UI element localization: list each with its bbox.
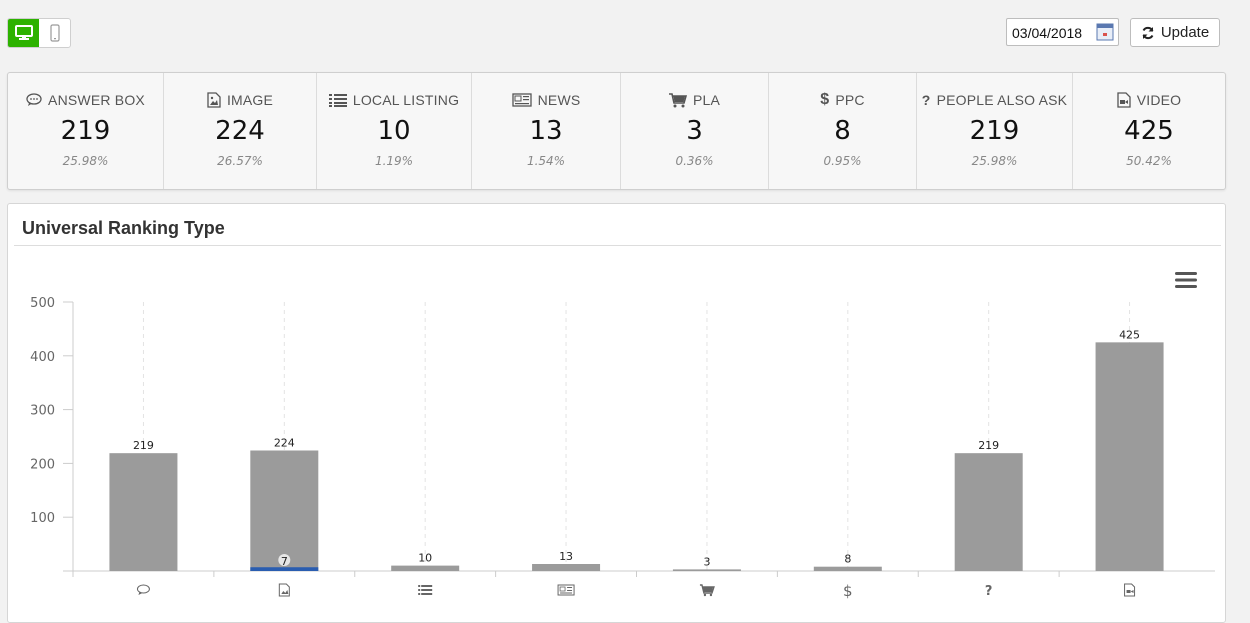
update-label: Update xyxy=(1160,24,1210,41)
video-file-icon xyxy=(1117,92,1131,108)
stat-label: LOCAL LISTING xyxy=(352,92,460,108)
stat-value: 10 xyxy=(377,116,411,146)
stat-news: NEWS 13 1.54% xyxy=(472,73,621,189)
stat-ppc: $ PPC 8 0.95% xyxy=(769,73,917,189)
stat-local-listing: LOCAL LISTING 10 1.19% xyxy=(317,73,472,189)
stat-label: PEOPLE ALSO ASK xyxy=(936,92,1068,108)
stat-pla: PLA 3 0.36% xyxy=(621,73,769,189)
stat-answer-box: ANSWER BOX 219 25.98% xyxy=(8,73,164,189)
stat-label: NEWS xyxy=(537,92,581,108)
refresh-icon xyxy=(1142,26,1154,39)
stat-image: IMAGE 224 26.57% xyxy=(164,73,317,189)
question-icon: ? xyxy=(921,92,931,108)
image-icon xyxy=(207,92,221,108)
stat-value: 8 xyxy=(834,116,851,146)
calendar-icon[interactable] xyxy=(1096,23,1114,41)
mobile-icon xyxy=(49,24,60,42)
stat-value: 3 xyxy=(686,116,703,146)
stat-label: ANSWER BOX xyxy=(48,92,145,108)
stat-label: IMAGE xyxy=(226,92,274,108)
stat-percent: 25.98% xyxy=(971,154,1018,168)
stat-people-also-ask: ? PEOPLE ALSO ASK 219 25.98% xyxy=(917,73,1073,189)
dollar-icon: $ xyxy=(820,91,830,108)
chart-menu-icon[interactable] xyxy=(1175,271,1197,289)
newspaper-icon xyxy=(511,93,532,107)
stat-percent: 1.54% xyxy=(526,154,566,168)
cart-icon xyxy=(668,92,687,107)
device-toggle xyxy=(7,18,71,48)
stats-row: ANSWER BOX 219 25.98% IMAGE 224 26.57% L… xyxy=(7,72,1226,190)
stat-video: VIDEO 425 50.42% xyxy=(1073,73,1225,189)
date-input[interactable]: 03/04/2018 xyxy=(1006,18,1119,46)
stat-value: 224 xyxy=(215,116,265,146)
divider xyxy=(14,245,1221,246)
stat-percent: 26.57% xyxy=(217,154,263,168)
stat-percent: 25.98% xyxy=(62,154,109,168)
stat-label: VIDEO xyxy=(1136,92,1182,108)
desktop-view-button[interactable] xyxy=(8,19,39,47)
stat-percent: 1.19% xyxy=(374,154,414,168)
stat-value: 425 xyxy=(1124,116,1174,146)
stat-label: PLA xyxy=(692,92,721,108)
stat-label: PPC xyxy=(835,92,865,108)
desktop-icon xyxy=(14,25,33,40)
list-icon xyxy=(328,94,347,107)
stat-percent: 0.36% xyxy=(675,154,714,168)
stat-value: 219 xyxy=(60,116,111,146)
update-button[interactable]: Update xyxy=(1130,18,1220,47)
date-value: 03/04/2018 xyxy=(1012,25,1083,41)
panel-title: Universal Ranking Type xyxy=(22,218,225,238)
stat-value: 219 xyxy=(969,116,1020,146)
stat-percent: 0.95% xyxy=(823,154,862,168)
speech-bubble-icon xyxy=(26,93,42,106)
stat-value: 13 xyxy=(529,116,563,146)
chart-panel: Universal Ranking Type xyxy=(7,203,1226,623)
mobile-view-button[interactable] xyxy=(39,19,70,47)
stat-percent: 50.42% xyxy=(1126,154,1172,168)
